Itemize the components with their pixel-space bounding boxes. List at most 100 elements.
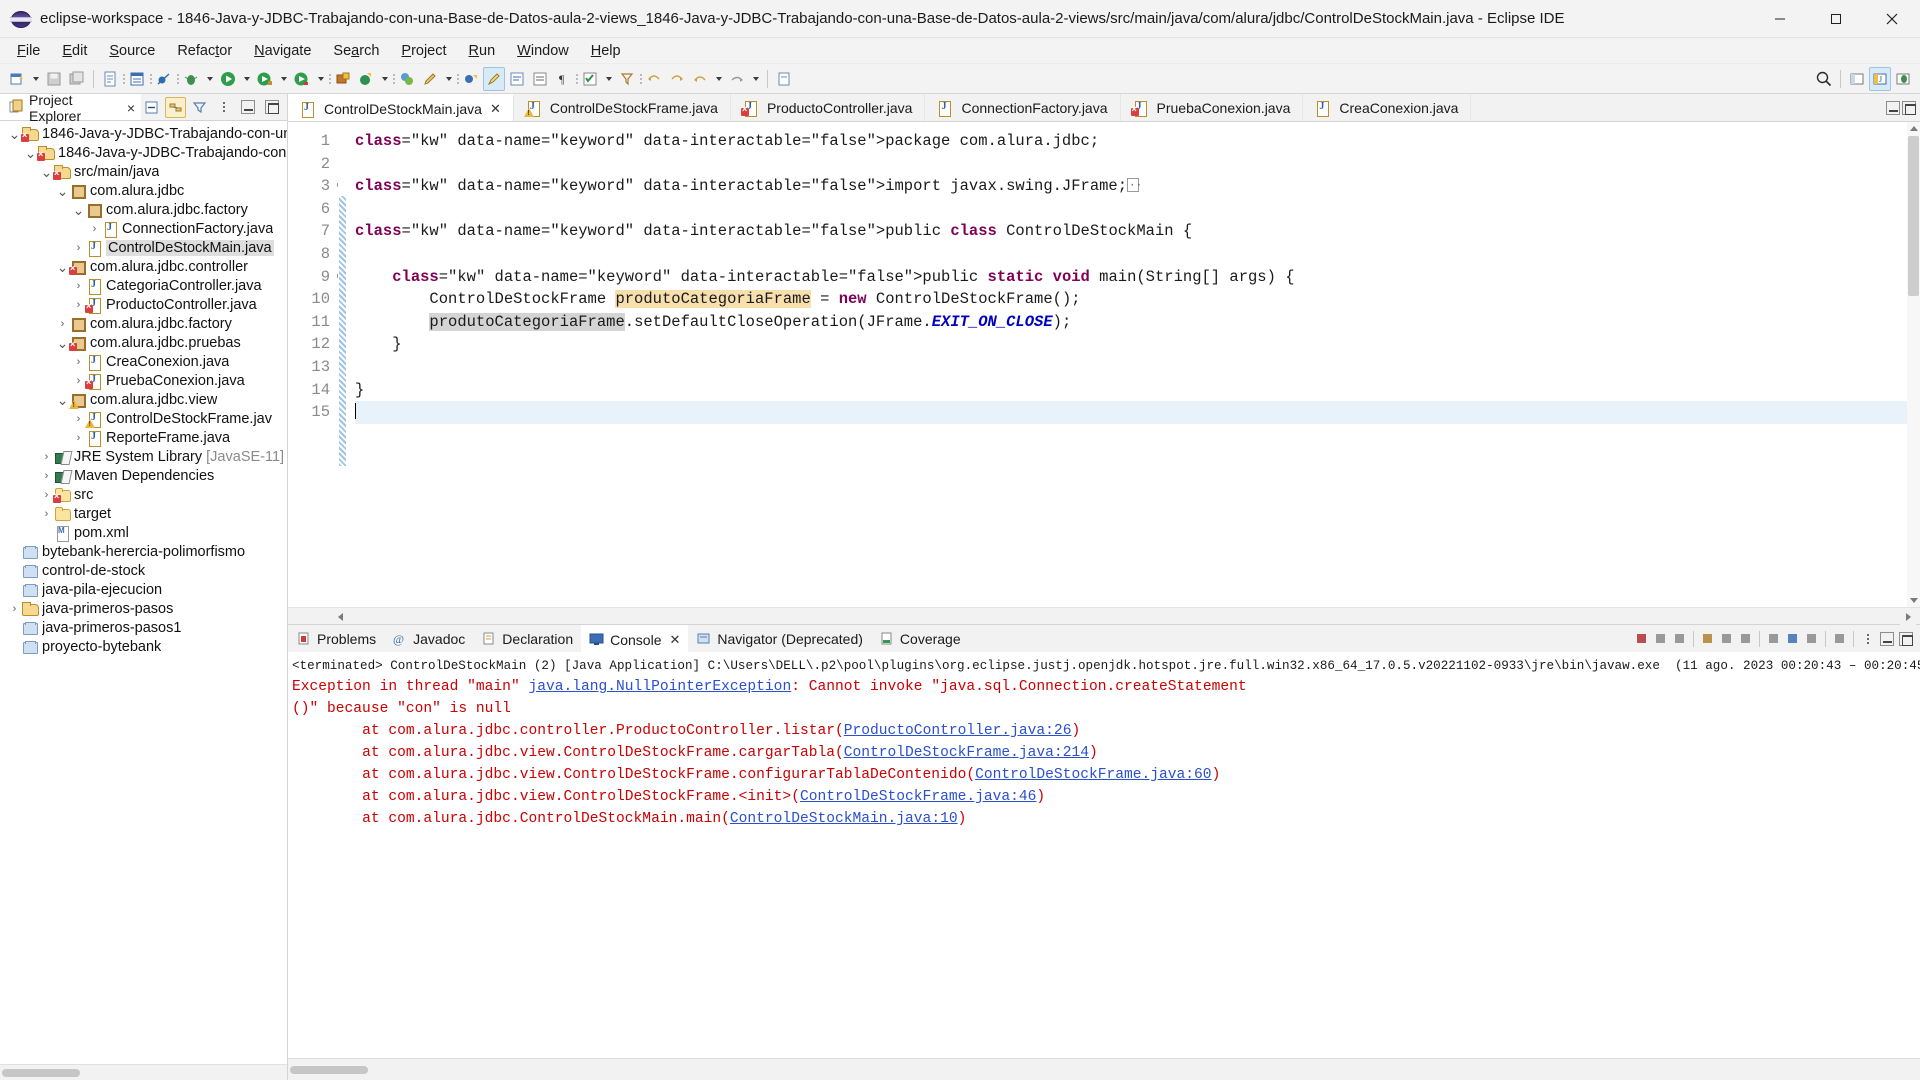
run-external-tools-icon[interactable] bbox=[254, 67, 276, 91]
open-perspective-icon[interactable] bbox=[396, 67, 418, 91]
chevron-right-icon[interactable]: › bbox=[72, 375, 85, 387]
last-edit-icon[interactable] bbox=[689, 67, 711, 91]
minimize-view-icon[interactable] bbox=[1886, 100, 1900, 115]
chevron-right-icon[interactable]: › bbox=[8, 603, 21, 615]
open-type-icon[interactable] bbox=[126, 67, 148, 91]
code-editor[interactable]: 123⊕6789⊖101112131415 class="kw" data-na… bbox=[288, 121, 1920, 625]
console-tab[interactable]: Coverage bbox=[871, 625, 969, 652]
next-edit-icon[interactable] bbox=[506, 67, 528, 91]
code-line[interactable]: class="kw" data-name="keyword" data-inte… bbox=[355, 130, 1920, 153]
tree-item[interactable]: › com.alura.jdbc.factory bbox=[0, 314, 287, 333]
stacktrace-link[interactable]: ProductoController.java:26 bbox=[844, 723, 1072, 739]
tree-item[interactable]: ⌄ com.alura.jdbc.factory bbox=[0, 200, 287, 219]
close-icon[interactable]: × bbox=[127, 100, 135, 116]
word-wrap-icon[interactable] bbox=[1737, 629, 1754, 648]
run-dropdown[interactable] bbox=[240, 67, 253, 91]
tree-item[interactable]: ⌄ src/main/java bbox=[0, 162, 287, 181]
remove-all-launches-icon[interactable] bbox=[1671, 629, 1688, 648]
previous-annotation-icon[interactable] bbox=[460, 67, 482, 91]
code-line[interactable]: produtoCategoriaFrame.setDefaultCloseOpe… bbox=[355, 311, 1920, 334]
maximize-button[interactable] bbox=[1808, 0, 1864, 38]
toggle-mark-icon[interactable] bbox=[579, 67, 601, 91]
chevron-right-icon[interactable]: › bbox=[40, 470, 53, 482]
run-external-dropdown[interactable] bbox=[277, 67, 290, 91]
minimize-icon[interactable] bbox=[1878, 629, 1895, 648]
debug-dropdown[interactable] bbox=[203, 67, 216, 91]
maximize-view-icon[interactable] bbox=[261, 97, 282, 118]
tree-item[interactable]: › java-primeros-pasos bbox=[0, 599, 287, 618]
menu-refactor[interactable]: Refactor bbox=[166, 41, 243, 61]
link-with-editor-icon[interactable] bbox=[165, 96, 186, 118]
tree-item[interactable]: › ConnectionFactory.java bbox=[0, 219, 287, 238]
tree-item[interactable]: java-primeros-pasos1 bbox=[0, 618, 287, 637]
menu-run[interactable]: Run bbox=[458, 41, 507, 61]
chevron-right-icon[interactable]: › bbox=[40, 508, 53, 520]
close-icon[interactable]: ✕ bbox=[670, 632, 681, 648]
chevron-right-icon[interactable]: › bbox=[72, 242, 85, 254]
code-line[interactable]: class="kw" data-name="keyword" data-inte… bbox=[355, 175, 1920, 198]
back-icon[interactable] bbox=[643, 67, 665, 91]
menu-file[interactable]: File bbox=[6, 41, 51, 61]
tree-item[interactable]: › src bbox=[0, 485, 287, 504]
tree-item[interactable]: proyecto-bytebank bbox=[0, 637, 287, 656]
tree-item[interactable]: control-de-stock bbox=[0, 561, 287, 580]
tree-item[interactable]: ⌄ com.alura.jdbc.pruebas bbox=[0, 333, 287, 352]
menu-search[interactable]: Search bbox=[322, 41, 390, 61]
chevron-right-icon[interactable]: › bbox=[56, 318, 69, 330]
code-text[interactable]: class="kw" data-name="keyword" data-inte… bbox=[347, 122, 1920, 607]
remove-launch-icon[interactable] bbox=[1652, 629, 1669, 648]
code-line[interactable]: } bbox=[355, 379, 1920, 402]
menu-help[interactable]: Help bbox=[580, 41, 632, 61]
chevron-down-icon[interactable]: ⌄ bbox=[72, 203, 85, 217]
editor-hscrollbar[interactable] bbox=[288, 607, 1920, 625]
chevron-down-icon[interactable]: ⌄ bbox=[56, 184, 69, 198]
new-wizard-icon[interactable] bbox=[6, 67, 28, 91]
scroll-left-icon[interactable] bbox=[332, 608, 348, 625]
code-editor-body[interactable]: 123⊕6789⊖101112131415 class="kw" data-na… bbox=[288, 122, 1920, 607]
stacktrace-link[interactable]: java.lang.NullPointerException bbox=[528, 679, 791, 695]
tree-item[interactable]: ⌄ 1846-Java-y-JDBC-Trabajando-con-una-Bas… bbox=[0, 124, 287, 143]
tree-item[interactable]: ⌄ com.alura.jdbc.view bbox=[0, 390, 287, 409]
close-icon[interactable]: ✕ bbox=[490, 101, 501, 117]
tree-item[interactable]: › ReporteFrame.java bbox=[0, 428, 287, 447]
save-all-icon[interactable] bbox=[66, 67, 88, 91]
console-tab[interactable]: Declaration bbox=[473, 625, 581, 652]
chevron-right-icon[interactable]: › bbox=[72, 432, 85, 444]
new-class-dropdown[interactable] bbox=[378, 67, 391, 91]
tree-item[interactable]: › CategoriaController.java bbox=[0, 276, 287, 295]
editor-tab[interactable]: PruebaConexion.java bbox=[1121, 94, 1304, 121]
coverage-icon[interactable] bbox=[291, 67, 313, 91]
editor-vscrollbar[interactable] bbox=[1907, 122, 1920, 607]
chevron-right-icon[interactable]: › bbox=[72, 356, 85, 368]
chevron-down-icon[interactable]: ⌄ bbox=[56, 260, 69, 274]
menu-navigate[interactable]: Navigate bbox=[243, 41, 322, 61]
chevron-right-icon[interactable]: › bbox=[72, 413, 85, 425]
chevron-right-icon[interactable]: › bbox=[72, 299, 85, 311]
tree-item[interactable]: › ControlDeStockMain.java bbox=[0, 238, 287, 257]
search-filter-icon[interactable] bbox=[616, 67, 638, 91]
editor-tab[interactable]: ConnectionFactory.java bbox=[925, 94, 1121, 121]
show-console-on-output-icon[interactable] bbox=[1765, 629, 1782, 648]
tree-item[interactable]: › JRE System Library [JavaSE-11] bbox=[0, 447, 287, 466]
view-menu-icon[interactable] bbox=[1859, 629, 1876, 648]
close-button[interactable] bbox=[1864, 0, 1920, 38]
java-perspective-icon[interactable]: J bbox=[1869, 66, 1891, 91]
menu-source[interactable]: Source bbox=[98, 41, 166, 61]
editor-tab[interactable]: ControlDeStockFrame.java bbox=[514, 94, 731, 121]
menu-edit[interactable]: Edit bbox=[51, 41, 98, 61]
explorer-hscrollbar[interactable] bbox=[0, 1064, 287, 1080]
editor-tab[interactable]: ProductoController.java bbox=[731, 94, 926, 121]
code-line[interactable]: ControlDeStockFrame produtoCategoriaFram… bbox=[355, 288, 1920, 311]
code-line[interactable]: class="kw" data-name="keyword" data-inte… bbox=[355, 220, 1920, 243]
maximize-view-icon[interactable] bbox=[1902, 100, 1916, 115]
terminate-icon[interactable] bbox=[1633, 629, 1650, 648]
jump-icon[interactable] bbox=[726, 67, 748, 91]
status-scroll-thumb[interactable] bbox=[290, 1066, 368, 1074]
open-task-icon[interactable] bbox=[773, 67, 795, 91]
stacktrace-link[interactable]: ControlDeStockFrame.java:214 bbox=[844, 745, 1089, 761]
editor-vscroll-thumb[interactable] bbox=[1908, 136, 1919, 296]
tab-project-explorer[interactable]: Project Explorer × bbox=[0, 92, 141, 124]
view-menu-icon[interactable] bbox=[213, 97, 234, 118]
tree-item[interactable]: › CreaConexion.java bbox=[0, 352, 287, 371]
display-selected-console-icon[interactable] bbox=[1803, 629, 1820, 648]
